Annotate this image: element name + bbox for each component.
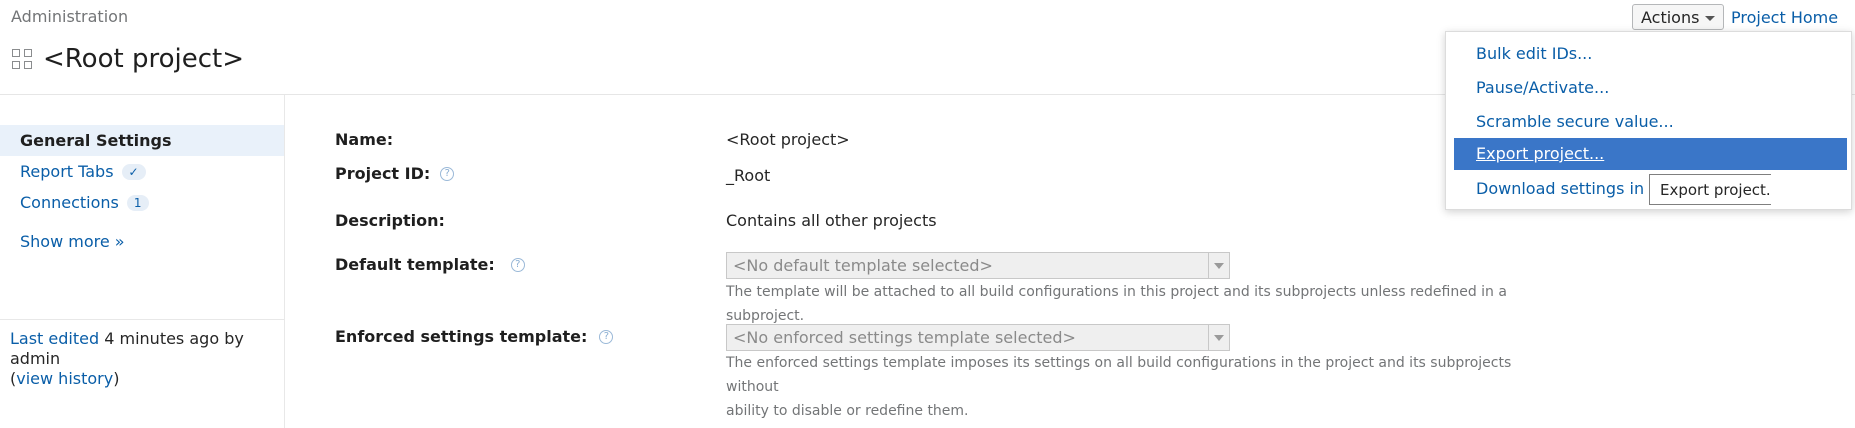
actions-label: Actions (1641, 7, 1700, 27)
enforced-template-hint: The enforced settings template imposes i… (726, 351, 1526, 423)
menu-item-download-settings[interactable]: Download settings in Ko (1476, 179, 1669, 198)
paren-close: ) (113, 369, 120, 388)
help-circle-icon[interactable]: ? (440, 166, 455, 181)
sidebar-item-label: Report Tabs (20, 162, 114, 181)
project-id-label-text: Project ID: (335, 164, 431, 183)
project-id-value: _Root (726, 166, 771, 185)
enforced-template-label: Enforced settings template: ? (335, 327, 614, 346)
count-badge: 1 (126, 194, 149, 211)
menu-item-bulk-edit-ids[interactable]: Bulk edit IDs... (1476, 44, 1592, 63)
enforced-template-select[interactable]: <No enforced settings template selected> (726, 324, 1230, 351)
sidebar-item-label: Connections (20, 193, 119, 212)
actions-button[interactable]: Actions (1632, 4, 1725, 30)
default-template-value: <No default template selected> (733, 256, 993, 275)
default-template-label-text: Default template: (335, 255, 495, 274)
sidebar-divider (0, 319, 284, 320)
enforced-template-value: <No enforced settings template selected> (733, 328, 1076, 347)
description-value: Contains all other projects (726, 211, 937, 230)
chevron-down-icon[interactable] (1208, 325, 1229, 350)
page-title: <Root project> (43, 44, 244, 74)
default-template-hint: The template will be attached to all bui… (726, 284, 1507, 324)
description-label: Description: (335, 211, 445, 230)
name-label: Name: (335, 130, 393, 149)
hint-line: The enforced settings template imposes i… (726, 355, 1512, 395)
check-badge: ✓ (121, 163, 146, 180)
default-template-select[interactable]: <No default template selected> (726, 252, 1230, 279)
description-label-text: Description: (335, 211, 445, 230)
title-row: <Root project> (12, 44, 244, 74)
project-id-label: Project ID: ? (335, 164, 455, 183)
default-template-label: Default template: ? (335, 255, 525, 274)
enforced-template-label-text: Enforced settings template: (335, 327, 588, 346)
project-grid-icon (12, 49, 32, 69)
name-value: <Root project> (726, 130, 850, 149)
menu-item-label: Export project... (1476, 144, 1605, 163)
view-history-link[interactable]: view history (16, 369, 113, 388)
sidebar-item-connections[interactable]: Connections 1 (20, 193, 149, 212)
sidebar-item-label: General Settings (20, 131, 172, 150)
help-circle-icon[interactable]: ? (510, 257, 525, 272)
help-circle-icon[interactable]: ? (599, 329, 614, 344)
tooltip: Export project... (1649, 174, 1771, 205)
chevron-down-icon[interactable] (1208, 253, 1229, 278)
menu-item-scramble-secure-value[interactable]: Scramble secure value... (1476, 112, 1674, 131)
menu-item-pause-activate[interactable]: Pause/Activate... (1476, 78, 1609, 97)
hint-line: ability to disable or redefine them. (726, 403, 969, 419)
name-label-text: Name: (335, 130, 394, 149)
sidebar-item-report-tabs[interactable]: Report Tabs ✓ (20, 162, 146, 181)
caret-down-icon (1705, 15, 1716, 21)
breadcrumb[interactable]: Administration (11, 7, 128, 26)
last-edited: Last edited 4 minutes ago by admin (view… (10, 329, 280, 389)
sidebar: General Settings Report Tabs ✓ Connectio… (0, 95, 285, 428)
last-edited-link[interactable]: Last edited (10, 329, 99, 348)
project-home-link[interactable]: Project Home (1731, 8, 1838, 27)
show-more-link[interactable]: Show more » (20, 232, 125, 251)
